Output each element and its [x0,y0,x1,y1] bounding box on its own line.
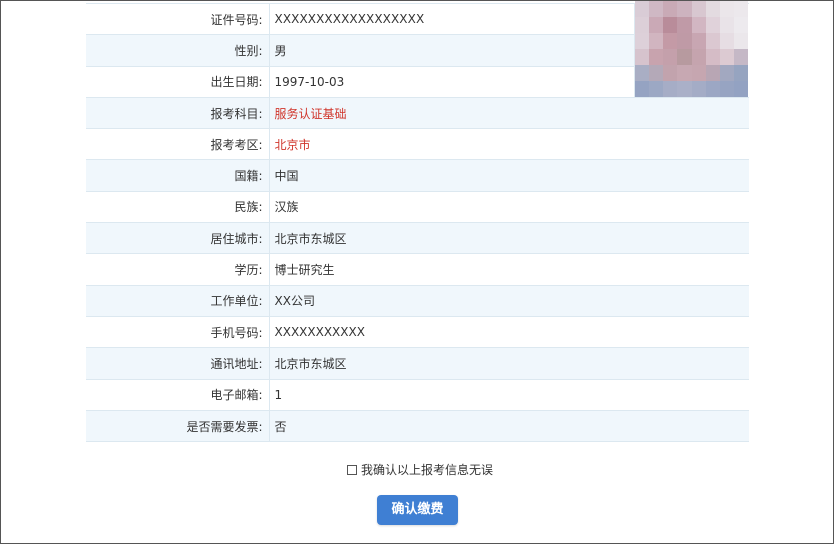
applicant-photo [635,1,748,97]
table-row: 国籍: 中国 [86,159,749,192]
field-label: 报考考区: [86,128,270,161]
page-frame: 证件号码: XXXXXXXXXXXXXXXXXX 性别: 男出生日期: 1997-10-… [0,0,834,544]
field-value: 男 [269,34,635,67]
field-value: 服务认证基础 [269,96,749,130]
confirm-payment-button[interactable]: 确认缴费 [377,495,458,525]
table-row: 居住城市: 北京市东城区 [86,222,749,255]
field-label: 工作单位: [86,284,270,317]
table-row: 民族: 汉族 [86,190,749,224]
field-value: 否 [269,409,749,443]
table-row: 工作单位: XX公司 [86,284,749,317]
confirm-info-checkbox[interactable]: 我确认以上报考信息无误 [347,461,493,478]
table-row: 学历: 博士研究生 [86,253,749,286]
field-value: 中国 [269,159,749,192]
field-label: 民族: [86,190,270,224]
field-value: XXXXXXXXXXXXXXXXXX [269,2,635,36]
field-value: 1 [269,378,749,411]
field-label: 性别: [86,34,270,67]
table-row: 电子邮箱: 1 [86,378,749,411]
table-row: 通讯地址: 北京市东城区 [86,347,749,380]
field-label: 是否需要发票: [86,409,270,443]
field-value: XX公司 [269,284,749,317]
field-value: 汉族 [269,190,749,224]
field-label: 通讯地址: [86,347,270,380]
checkbox-box[interactable] [347,464,357,475]
table-row: 报考科目: 服务认证基础 [86,96,749,130]
field-label: 手机号码: [86,315,270,349]
field-label: 证件号码: [86,2,270,36]
table-row: 报考考区: 北京市 [86,128,749,161]
field-label: 报考科目: [86,96,270,130]
field-label: 国籍: [86,159,270,192]
field-value: XXXXXXXXXXX [269,315,749,349]
field-value: 北京市 [269,128,749,161]
field-label: 居住城市: [86,222,270,255]
table-row: 是否需要发票: 否 [86,409,749,443]
confirm-info-label: 我确认以上报考信息无误 [361,463,494,477]
field-value: 北京市东城区 [269,222,749,255]
field-value: 博士研究生 [269,253,749,286]
field-label: 出生日期: [86,65,270,98]
table-row: 手机号码: XXXXXXXXXXX [86,315,749,349]
field-label: 电子邮箱: [86,378,270,411]
field-label: 学历: [86,253,270,286]
field-value: 北京市东城区 [269,347,749,380]
field-value: 1997-10-03 [269,65,635,98]
